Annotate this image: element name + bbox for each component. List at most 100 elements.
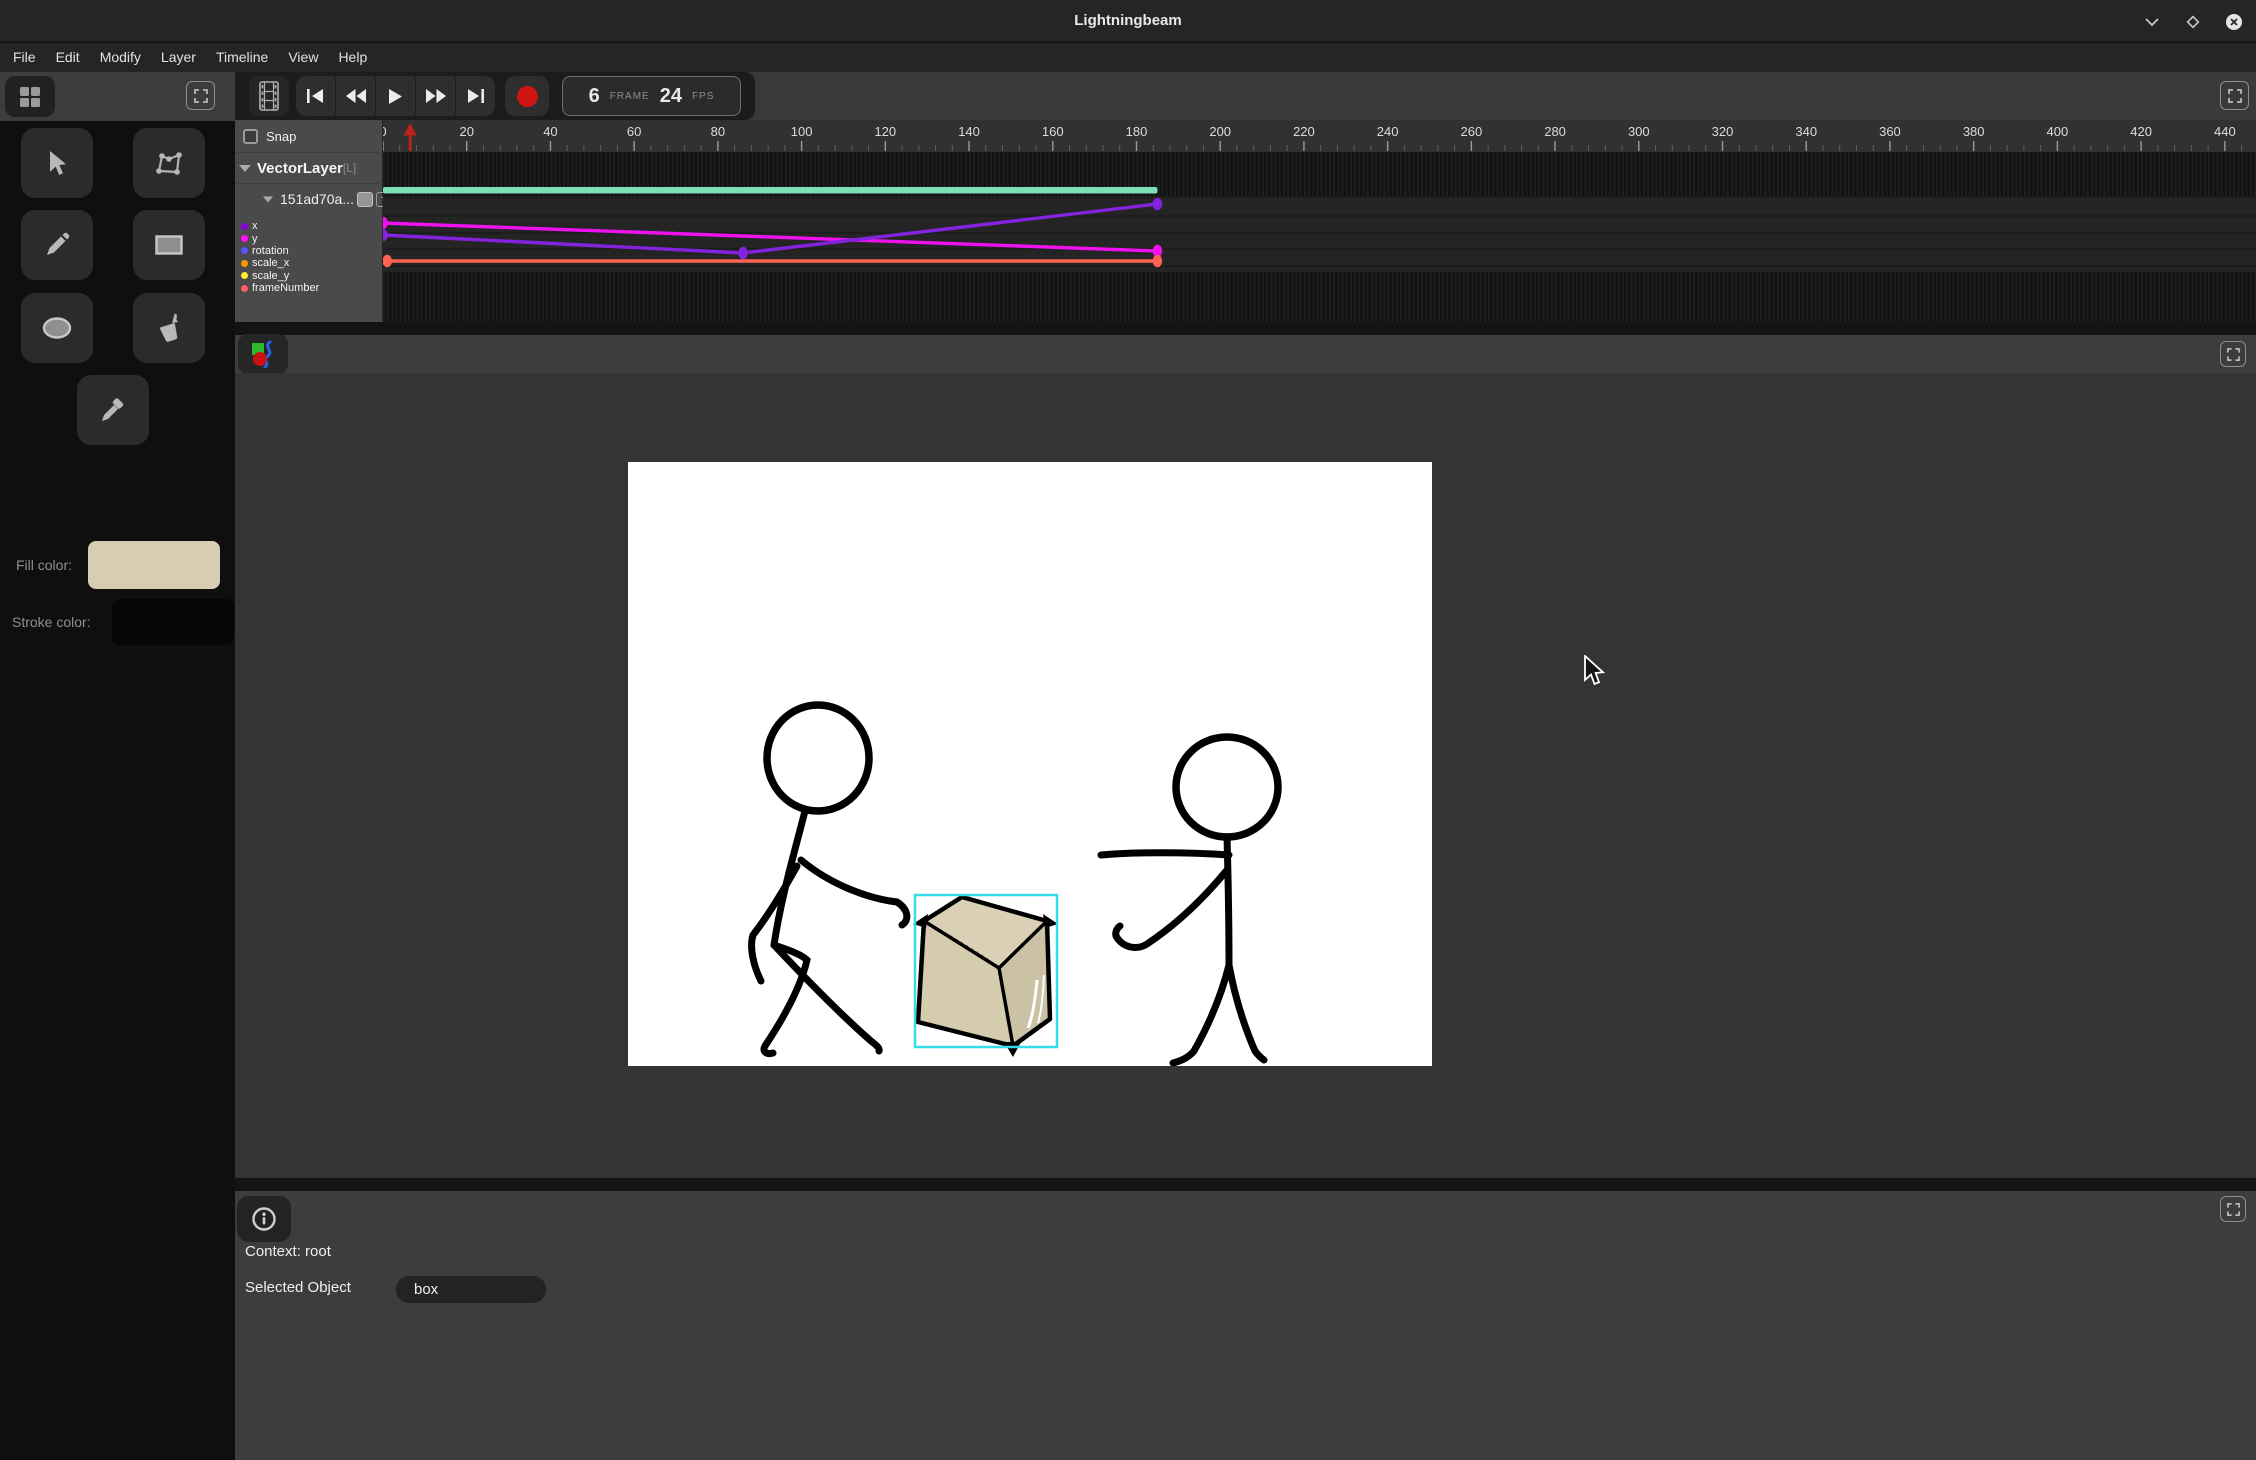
timeline-ruler[interactable]: 0204060801001201401601802002202402602803…	[383, 120, 2256, 152]
canvas-panel-header	[235, 335, 2256, 373]
svg-text:180: 180	[1126, 124, 1148, 139]
collapse-triangle-icon[interactable]	[263, 196, 273, 202]
tool-transform[interactable]	[133, 128, 205, 198]
skip-to-end-button[interactable]	[456, 76, 495, 116]
property-row-y[interactable]: y	[235, 232, 383, 244]
stage-drawing	[628, 462, 1432, 1066]
snap-row: Snap	[235, 120, 383, 152]
property-row-x[interactable]: x	[235, 220, 383, 232]
menu-item-layer[interactable]: Layer	[151, 43, 206, 72]
collapse-triangle-icon[interactable]	[239, 165, 251, 172]
menu-item-timeline[interactable]: Timeline	[206, 43, 278, 72]
layer-row[interactable]: VectorLayer [L]	[235, 152, 383, 184]
inspector-expand-button[interactable]	[2220, 1196, 2246, 1222]
tool-select[interactable]	[21, 128, 93, 198]
svg-text:300: 300	[1628, 124, 1650, 139]
canvas-panel-button[interactable]	[238, 334, 288, 374]
film-strip-icon	[259, 81, 279, 111]
property-label: x	[252, 220, 258, 232]
select-arrow-icon	[44, 149, 70, 177]
menu-item-file[interactable]: File	[3, 43, 46, 72]
menu-item-modify[interactable]: Modify	[90, 43, 151, 72]
fast-forward-icon	[426, 89, 446, 103]
selected-object-field[interactable]: box	[396, 1276, 546, 1303]
svg-text:160: 160	[1042, 124, 1064, 139]
fill-color-swatch[interactable]	[88, 541, 220, 589]
close-button[interactable]	[2225, 13, 2243, 31]
property-color-dot	[241, 272, 248, 279]
tool-rectangle[interactable]	[133, 210, 205, 280]
stroke-color-label: Stroke color:	[12, 614, 91, 630]
property-color-dot	[241, 247, 248, 254]
property-row-scale_y[interactable]: scale_y	[235, 270, 383, 282]
menu-item-edit[interactable]: Edit	[46, 43, 90, 72]
menu-item-view[interactable]: View	[278, 43, 328, 72]
keyframe-x	[1153, 198, 1163, 210]
eyedropper-icon	[99, 396, 127, 424]
tool-pencil[interactable]	[21, 210, 93, 280]
snap-label: Snap	[266, 129, 296, 144]
timeline-ruler-svg: 0204060801001201401601802002202402602803…	[383, 120, 2256, 152]
snap-checkbox[interactable]	[243, 129, 258, 144]
timeline-tracks-svg	[383, 152, 2256, 322]
play-icon	[389, 89, 402, 104]
skip-to-start-button[interactable]	[296, 76, 336, 116]
svg-text:240: 240	[1377, 124, 1399, 139]
svg-text:420: 420	[2130, 124, 2152, 139]
svg-text:440: 440	[2214, 124, 2236, 139]
svg-text:80: 80	[711, 124, 725, 139]
window-title: Lightningbeam	[0, 0, 2256, 42]
inspector-panel	[235, 1191, 2256, 1460]
info-button[interactable]	[237, 1196, 291, 1242]
property-label: scale_y	[252, 270, 289, 282]
frame-fps-panel: 6 FRAME 24 FPS	[562, 76, 741, 116]
stick-figure-right	[1101, 737, 1278, 1063]
expand-icon	[2227, 348, 2240, 361]
panel-grid-button[interactable]	[5, 76, 55, 117]
property-color-dot	[241, 235, 248, 242]
svg-text:0: 0	[383, 124, 387, 139]
stage[interactable]	[628, 462, 1432, 1066]
property-label: y	[252, 233, 258, 245]
property-row-rotation[interactable]: rotation	[235, 245, 383, 257]
svg-text:340: 340	[1795, 124, 1817, 139]
svg-text:260: 260	[1461, 124, 1483, 139]
tool-panel-expand-button[interactable]	[186, 81, 215, 110]
minimize-button[interactable]	[2143, 13, 2161, 31]
property-row-frameNumber[interactable]: frameNumber	[235, 282, 383, 294]
stroke-color-swatch[interactable]	[112, 599, 234, 645]
record-button[interactable]	[505, 76, 549, 116]
menu-item-help[interactable]: Help	[328, 43, 377, 72]
close-icon	[2225, 13, 2243, 31]
timeline-tracks[interactable]	[383, 152, 2256, 322]
fast-forward-button[interactable]	[416, 76, 456, 116]
svg-text:200: 200	[1209, 124, 1231, 139]
svg-text:100: 100	[791, 124, 813, 139]
group-visibility-button[interactable]	[357, 192, 373, 207]
group-row[interactable]: 151ad70a... ~	[235, 184, 383, 214]
timeline-layers-panel: Snap VectorLayer [L] 151ad70a... ~ xyrot…	[235, 120, 383, 322]
property-row-scale_x[interactable]: scale_x	[235, 257, 383, 269]
property-label: frameNumber	[252, 282, 319, 294]
canvas-expand-button[interactable]	[2220, 341, 2246, 367]
keyframe-y	[383, 217, 388, 229]
diamond-icon	[2185, 14, 2201, 30]
property-color-dot	[241, 260, 248, 267]
rewind-button[interactable]	[336, 76, 376, 116]
fps-label: FPS	[692, 91, 714, 102]
transport-controls	[296, 76, 495, 116]
play-button[interactable]	[376, 76, 416, 116]
keyframe-frameNumber	[1153, 255, 1163, 267]
timeline-expand-button[interactable]	[2220, 81, 2249, 110]
tool-eyedropper[interactable]	[77, 375, 149, 445]
group-name: 151ad70a...	[280, 191, 354, 207]
tool-sidebar: Fill color: Stroke color:	[0, 72, 235, 1460]
maximize-button[interactable]	[2184, 13, 2202, 31]
tool-ellipse[interactable]	[21, 293, 93, 363]
canvas-area[interactable]	[235, 373, 2256, 1178]
chevron-down-icon	[2144, 14, 2160, 30]
tool-paint-bucket[interactable]	[133, 293, 205, 363]
property-list: xyrotationscale_xscale_yframeNumber	[235, 220, 383, 294]
film-button[interactable]	[249, 76, 289, 116]
frame-label: FRAME	[610, 91, 650, 102]
